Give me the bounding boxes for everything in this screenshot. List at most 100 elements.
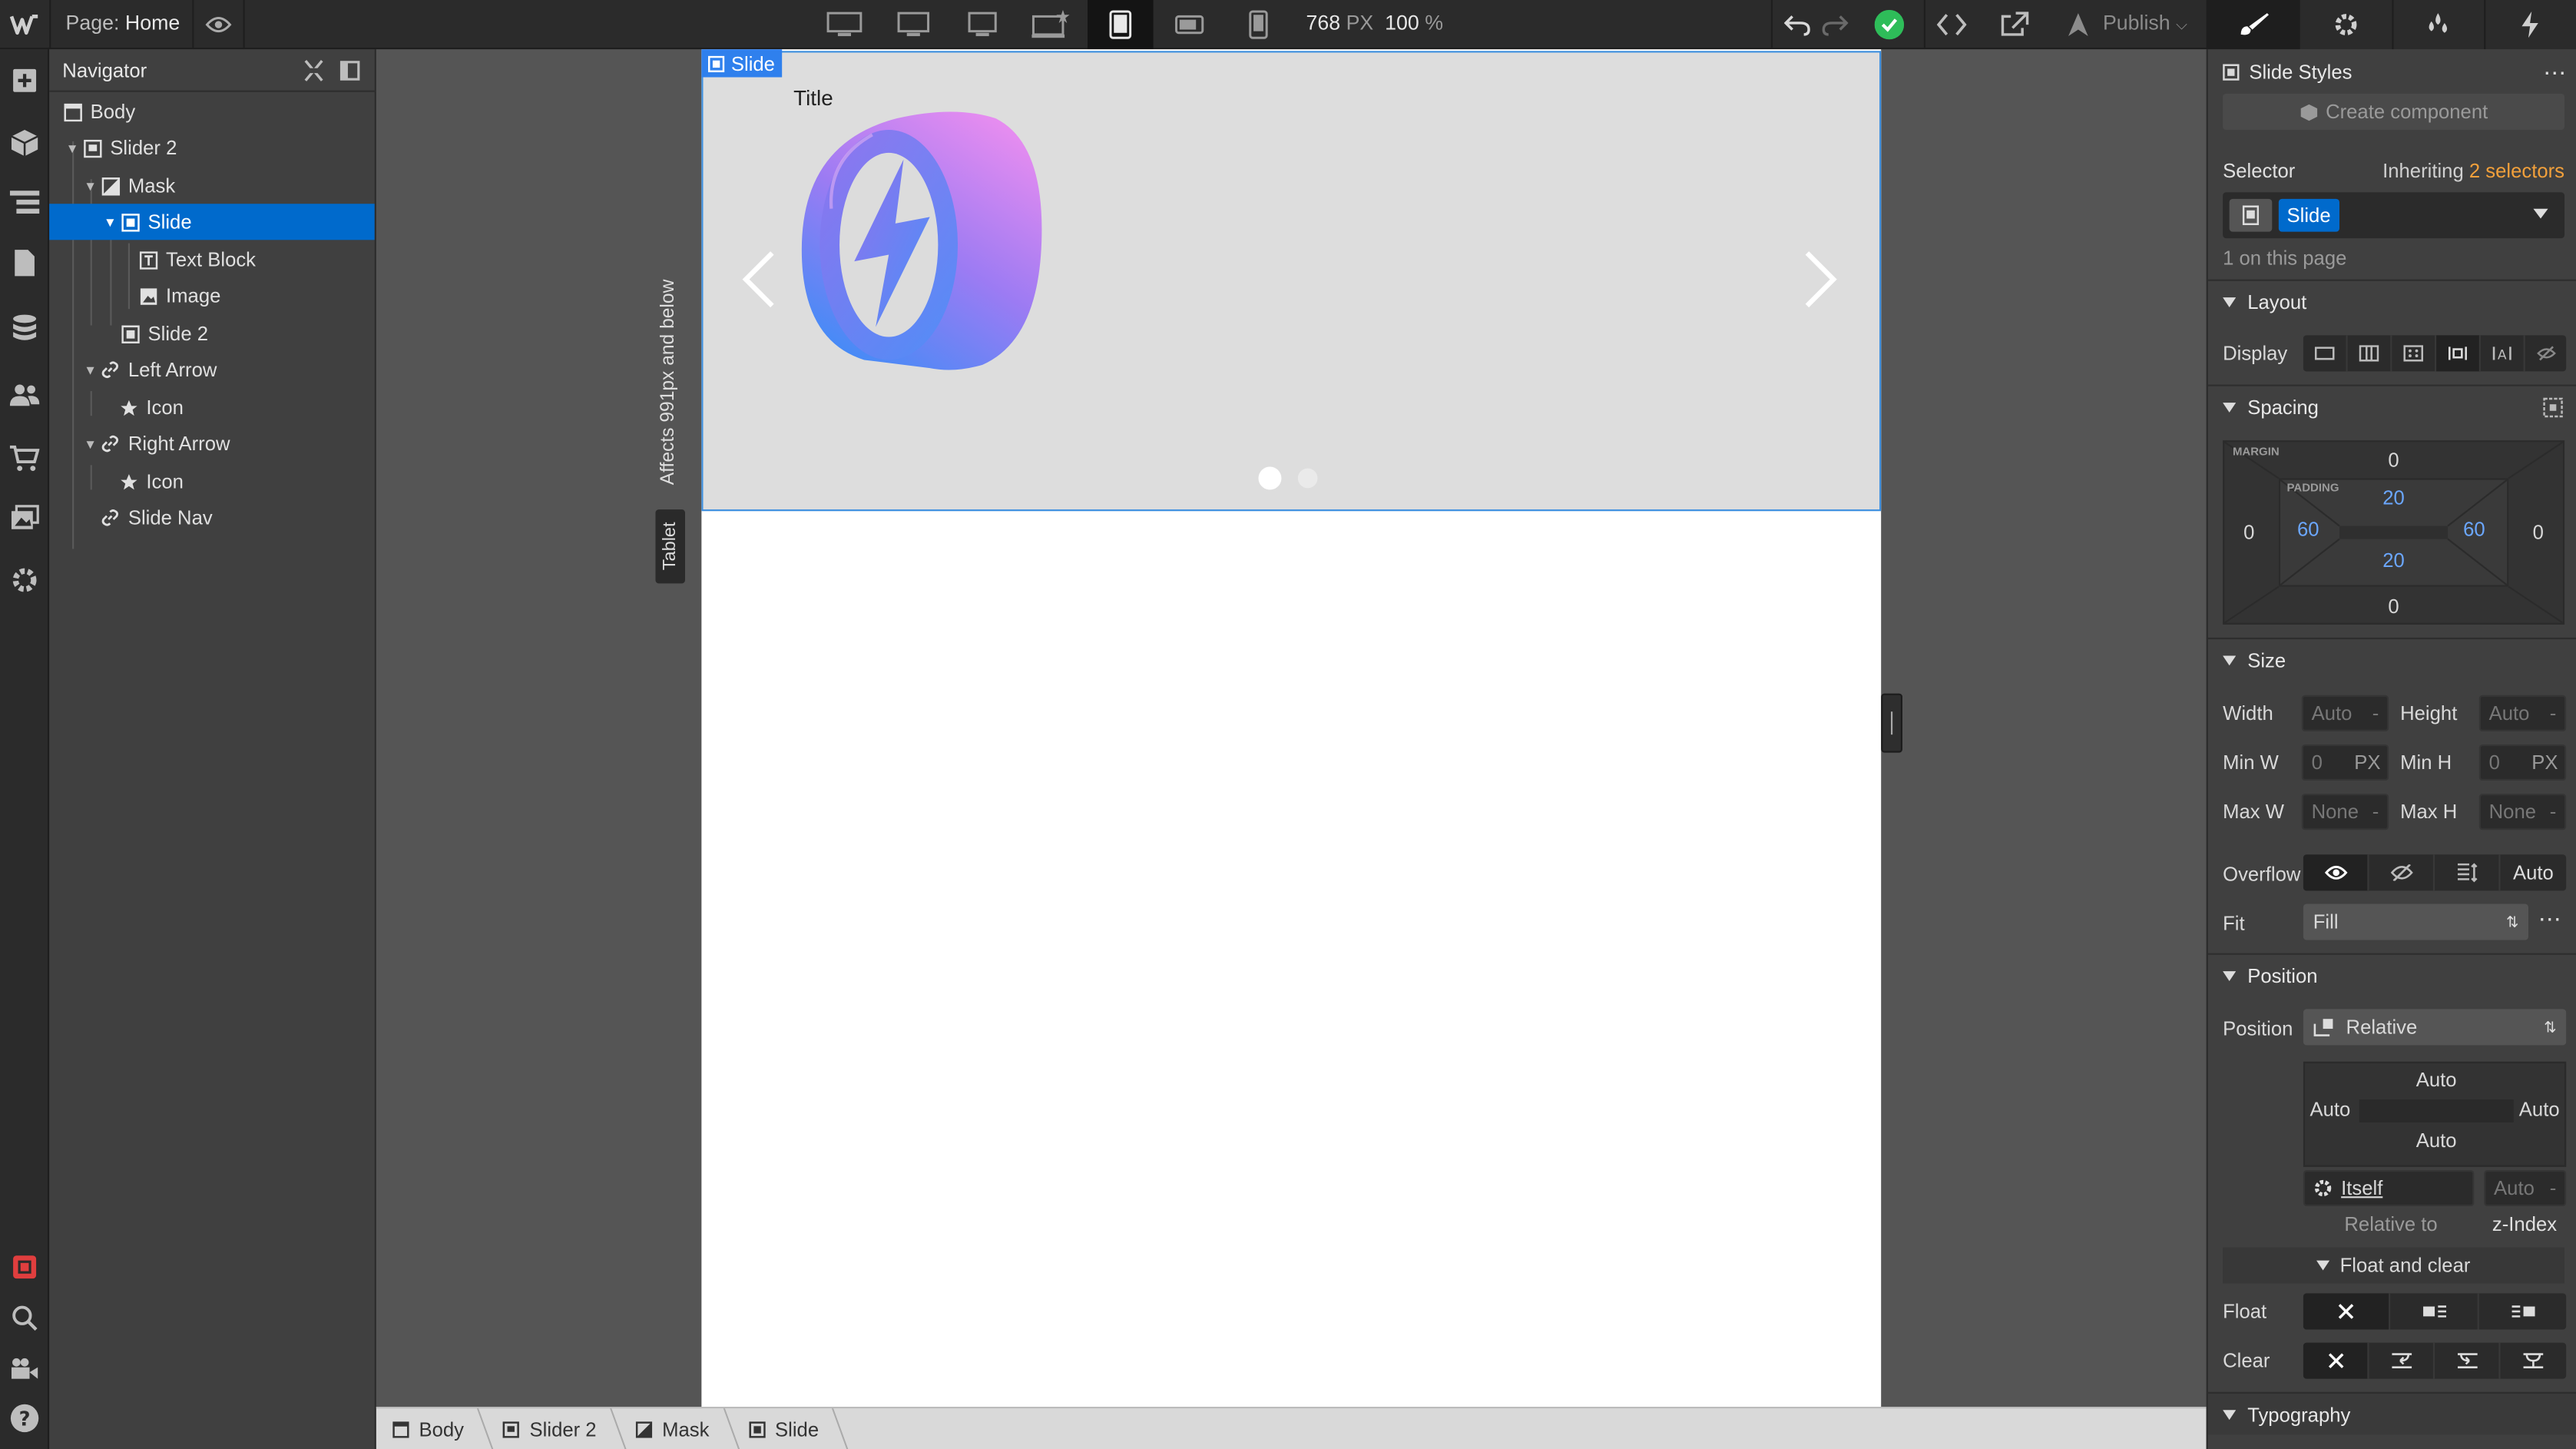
padding-left-value[interactable]: 60 [2290,518,2326,541]
tab-style-manager-drops[interactable] [2391,0,2483,50]
fit-select[interactable]: Fill ⇅ [2303,904,2528,940]
help-icon[interactable]: ? [0,1394,49,1443]
position-offsets-box[interactable]: Auto Auto Auto Auto [2303,1061,2567,1167]
selected-element-tag[interactable]: Slide [701,49,782,78]
nav-item-body[interactable]: Body [49,94,375,130]
display-flex-icon[interactable] [2348,335,2392,372]
position-top-value[interactable]: Auto [2403,1068,2469,1091]
search-icon[interactable] [0,1293,49,1342]
nav-item-mask[interactable]: ▼ Mask [49,167,375,204]
display-block-icon[interactable] [2303,335,2348,372]
padding-bottom-value[interactable]: 20 [2376,549,2412,572]
margin-right-value[interactable]: 0 [2525,521,2551,544]
breakpoint-desktop-icon[interactable] [949,0,1015,49]
slide-title-text[interactable]: Title [793,85,833,110]
section-position[interactable]: Position [2207,953,2576,996]
settings-gear-icon[interactable] [0,555,49,605]
breakpoint-base-star-icon[interactable] [1018,0,1084,49]
tab-settings-gear[interactable] [2299,0,2391,50]
chevron-down-icon[interactable] [2533,208,2548,219]
nav-item-left-arrow-icon[interactable]: Icon [49,390,375,426]
breadcrumb-slider-2[interactable]: Slider 2 [487,1408,620,1449]
selector-state-icon[interactable] [2229,198,2273,232]
overflow-scroll-icon[interactable] [2435,854,2501,891]
z-index-input[interactable]: Auto - [2484,1169,2567,1207]
section-size[interactable]: Size [2207,637,2576,681]
collapse-all-icon[interactable] [304,59,324,82]
tab-interactions-bolt[interactable] [2483,0,2576,50]
slider-right-arrow-icon[interactable] [1800,250,1839,309]
width-input[interactable]: Auto - [2301,695,2389,731]
display-grid-icon[interactable] [2392,335,2437,372]
position-select[interactable]: Relative ⇅ [2303,1009,2567,1046]
add-elements-icon[interactable] [0,56,49,105]
nav-item-slider-2[interactable]: ▼ Slider 2 [49,130,375,166]
assets-images-icon[interactable] [0,493,49,542]
slider-element[interactable]: Title [701,51,1882,512]
chevron-down-icon[interactable]: ▼ [82,436,98,451]
nav-item-slide-nav[interactable]: Slide Nav [49,499,375,536]
display-inline-block-icon[interactable] [2436,335,2481,372]
breakpoint-mobile-landscape-icon[interactable] [1157,0,1223,49]
padding-box[interactable]: PADDING 20 60 60 20 [2278,478,2509,587]
max-height-input[interactable]: None - [2478,794,2567,831]
cms-database-icon[interactable] [0,304,49,353]
slider-left-arrow-icon[interactable] [740,250,779,309]
canvas-resize-handle[interactable] [1881,693,1902,753]
display-none-icon[interactable] [2525,335,2566,371]
margin-top-value[interactable]: 0 [2380,449,2406,472]
min-width-input[interactable]: 0 PX [2301,744,2389,781]
design-canvas[interactable]: Affects 991px and below Tablet Title Sli… [376,49,2207,1408]
nav-item-right-arrow[interactable]: ▼ Right Arrow [49,426,375,462]
overflow-auto-button[interactable]: Auto [2501,854,2567,890]
overflow-hidden-icon[interactable] [2369,854,2435,891]
nav-item-text-block[interactable]: Text Block [49,241,375,277]
position-left-value[interactable]: Auto [2309,1098,2350,1121]
webflow-logo-icon[interactable] [0,0,49,49]
padding-right-value[interactable]: 60 [2456,518,2492,541]
page-frame[interactable]: Title [701,49,1882,1408]
components-cube-icon[interactable] [0,118,49,167]
publish-rocket-icon[interactable] [2060,0,2096,49]
undo-icon[interactable] [1780,0,1816,49]
video-tutorials-icon[interactable] [0,1345,49,1394]
max-width-input[interactable]: None - [2301,794,2389,831]
pin-panel-icon[interactable] [339,61,360,81]
spacing-preset-icon[interactable] [2543,397,2563,418]
nav-item-left-arrow[interactable]: ▼ Left Arrow [49,352,375,388]
navigator-icon[interactable] [0,177,49,227]
clear-both-icon[interactable] [2501,1343,2567,1379]
chevron-down-icon[interactable]: ▼ [82,178,98,193]
chevron-down-icon[interactable]: ▼ [82,363,98,377]
pages-icon[interactable] [0,238,49,287]
breakpoint-desktop-l-icon[interactable] [881,0,947,49]
position-right-value[interactable]: Auto [2519,1098,2560,1121]
margin-box[interactable]: MARGIN 0 0 0 0 PADDING 20 60 60 20 [2223,440,2565,625]
height-input[interactable]: Auto - [2478,695,2567,731]
breadcrumb-body[interactable]: Body [376,1408,487,1449]
redo-icon[interactable] [1817,0,1853,49]
slide-dot-active[interactable] [1258,466,1282,490]
padding-top-value[interactable]: 20 [2376,486,2412,509]
share-icon[interactable] [1995,0,2034,49]
clear-left-icon[interactable] [2369,1342,2435,1379]
users-icon[interactable] [0,370,49,419]
slide-image-logo[interactable] [799,110,1045,373]
overflow-visible-eye-icon[interactable] [2303,854,2369,891]
margin-bottom-value[interactable]: 0 [2380,595,2406,618]
min-height-input[interactable]: 0 PX [2478,744,2567,781]
breadcrumb-slide[interactable]: Slide [732,1408,842,1449]
section-layout[interactable]: Layout [2207,279,2576,323]
clear-right-icon[interactable] [2435,1342,2501,1379]
chevron-down-icon[interactable]: ▼ [64,141,80,155]
nav-item-slide[interactable]: ▼ Slide [49,204,375,240]
create-component-button[interactable]: Create component [2223,93,2565,130]
inheriting-info[interactable]: Inheriting 2 selectors [2382,159,2564,182]
float-clear-toggle[interactable]: Float and clear [2223,1247,2565,1284]
clear-none-icon[interactable] [2303,1342,2369,1379]
record-stop-icon[interactable] [0,1242,49,1292]
section-spacing[interactable]: Spacing [2207,384,2576,428]
relative-to-field[interactable]: Itself [2303,1169,2475,1207]
chevron-down-icon[interactable]: ▼ [102,214,118,229]
slide-dot[interactable] [1297,468,1318,489]
